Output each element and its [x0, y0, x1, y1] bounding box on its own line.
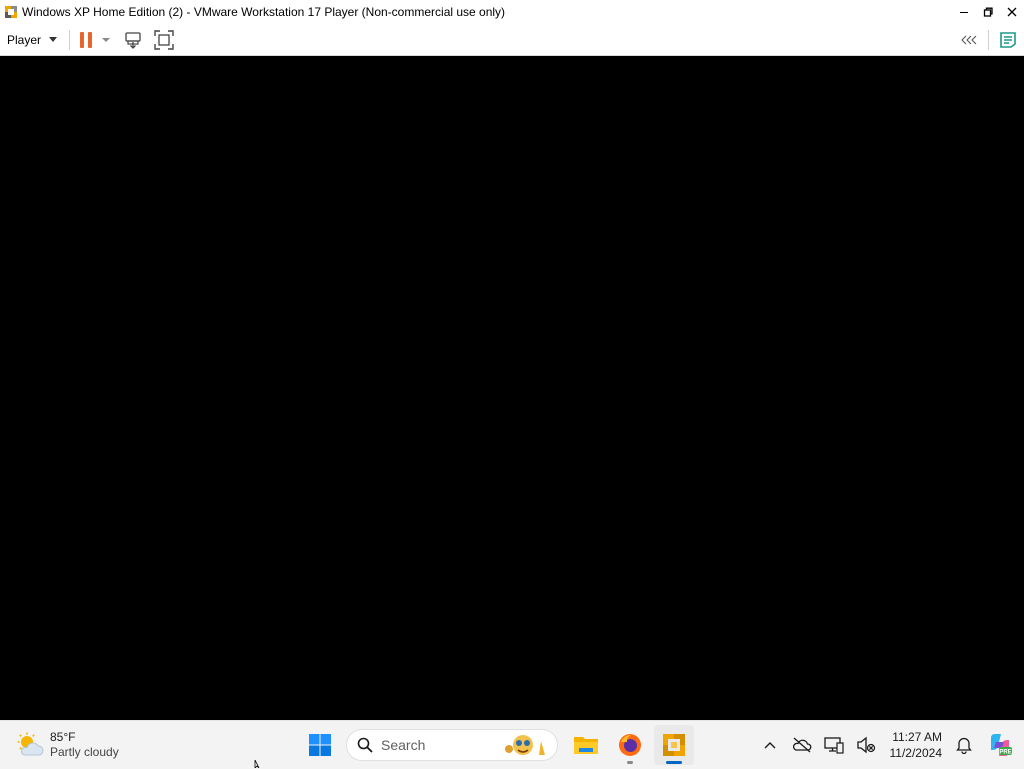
search-highlight-icon: [503, 733, 549, 759]
copilot-icon: PRE: [987, 732, 1013, 758]
volume-muted-icon: [856, 736, 876, 754]
taskbar: 85°F Partly cloudy Search: [0, 720, 1024, 768]
firefox-button[interactable]: [610, 725, 650, 765]
restore-icon[interactable]: [976, 0, 1000, 24]
taskbar-search-box[interactable]: Search: [346, 729, 558, 761]
collapse-toolbar-icon: [961, 35, 977, 45]
onedrive-button[interactable]: [788, 731, 816, 759]
volume-button[interactable]: [852, 731, 880, 759]
search-placeholder: Search: [381, 737, 425, 753]
player-menu-button[interactable]: Player: [7, 29, 63, 51]
unity-button[interactable]: [997, 28, 1019, 52]
power-options-dropdown-icon[interactable]: [102, 38, 110, 42]
copilot-button[interactable]: PRE: [982, 731, 1018, 759]
collapse-toolbar-button[interactable]: [958, 28, 980, 52]
active-indicator: [666, 761, 682, 764]
window-controls: [952, 0, 1024, 24]
toolbar-divider: [988, 30, 989, 50]
firefox-icon: [618, 733, 642, 757]
minimize-icon[interactable]: [952, 0, 976, 24]
vmware-player-button[interactable]: [654, 725, 694, 765]
chevron-down-icon: [49, 37, 57, 42]
start-button[interactable]: [300, 725, 340, 765]
onedrive-offline-icon: [792, 737, 812, 753]
toolbar-right: [958, 24, 1024, 55]
running-indicator: [627, 761, 633, 764]
vmware-player-icon: [661, 732, 687, 758]
svg-text:PRE: PRE: [999, 750, 1011, 756]
send-ctrl-alt-del-icon: [124, 31, 142, 49]
system-tray: 11:27 AM 11/2/2024 PRE: [754, 721, 1024, 769]
clock-time: 11:27 AM: [890, 729, 943, 745]
clock-date: 11/2/2024: [890, 745, 943, 761]
chevron-up-icon: [764, 741, 776, 749]
unity-icon: [999, 31, 1017, 49]
partly-cloudy-icon: [16, 731, 44, 759]
full-screen-button[interactable]: [154, 28, 174, 52]
pause-icon: [80, 32, 92, 48]
weather-widget[interactable]: 85°F Partly cloudy: [16, 727, 119, 763]
notifications-button[interactable]: [950, 731, 978, 759]
weather-temperature: 85°F: [50, 730, 119, 745]
bell-icon: [956, 736, 972, 754]
toolbar-divider: [69, 30, 70, 50]
vm-display[interactable]: [0, 56, 1024, 720]
network-button[interactable]: [820, 731, 848, 759]
player-toolbar: Player: [0, 24, 1024, 56]
taskbar-clock[interactable]: 11:27 AM 11/2/2024: [890, 729, 943, 761]
file-explorer-icon: [573, 734, 599, 756]
vmware-app-icon[interactable]: [3, 4, 19, 20]
window-title: Windows XP Home Edition (2) - VMware Wor…: [22, 5, 505, 19]
search-icon: [357, 737, 373, 753]
taskbar-center: Search: [300, 721, 694, 769]
close-icon[interactable]: [1000, 0, 1024, 24]
pause-button[interactable]: [80, 28, 92, 52]
show-hidden-icons-button[interactable]: [756, 731, 784, 759]
mouse-cursor-icon: [254, 760, 264, 768]
network-display-icon: [824, 736, 844, 754]
send-ctrl-alt-del-button[interactable]: [124, 28, 142, 52]
title-bar: Windows XP Home Edition (2) - VMware Wor…: [0, 0, 1024, 24]
start-icon: [308, 733, 332, 757]
file-explorer-button[interactable]: [566, 725, 606, 765]
player-menu-label: Player: [7, 33, 41, 47]
weather-condition: Partly cloudy: [50, 745, 119, 760]
full-screen-icon: [154, 30, 174, 50]
